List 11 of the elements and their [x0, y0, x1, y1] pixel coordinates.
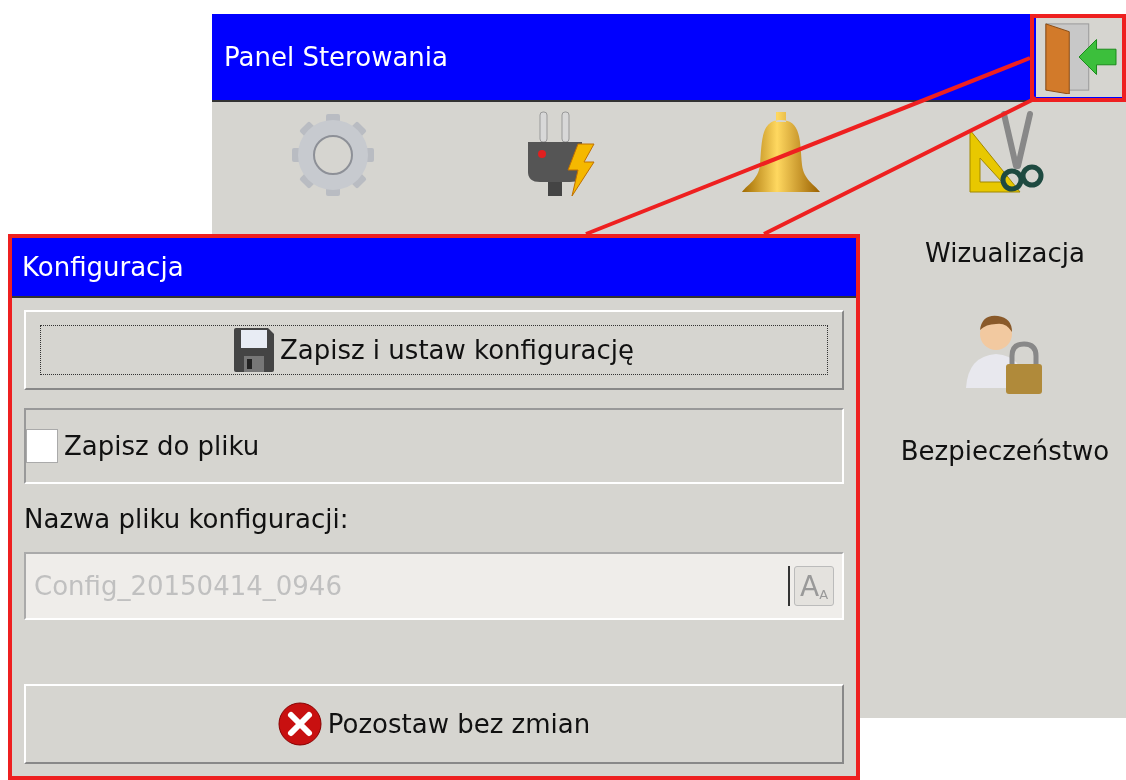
window-title: Panel Sterowania	[224, 42, 448, 72]
checkbox[interactable]	[26, 429, 58, 463]
item-label[interactable]: Wizualizacja	[925, 238, 1085, 268]
item-label[interactable]: Bezpieczeństwo	[900, 436, 1110, 466]
cancel-button[interactable]: Pozostaw bez zmian	[24, 684, 844, 764]
exit-button[interactable]	[1036, 17, 1122, 97]
x-circle-icon	[277, 702, 322, 746]
dialog-title: Konfiguracja	[12, 238, 856, 298]
checkbox-label[interactable]: Zapisz do pliku	[64, 431, 260, 461]
save-button[interactable]: Zapisz i ustaw konfigurację	[24, 310, 844, 390]
field-label: Nazwa pliku konfiguracji:	[24, 504, 350, 534]
